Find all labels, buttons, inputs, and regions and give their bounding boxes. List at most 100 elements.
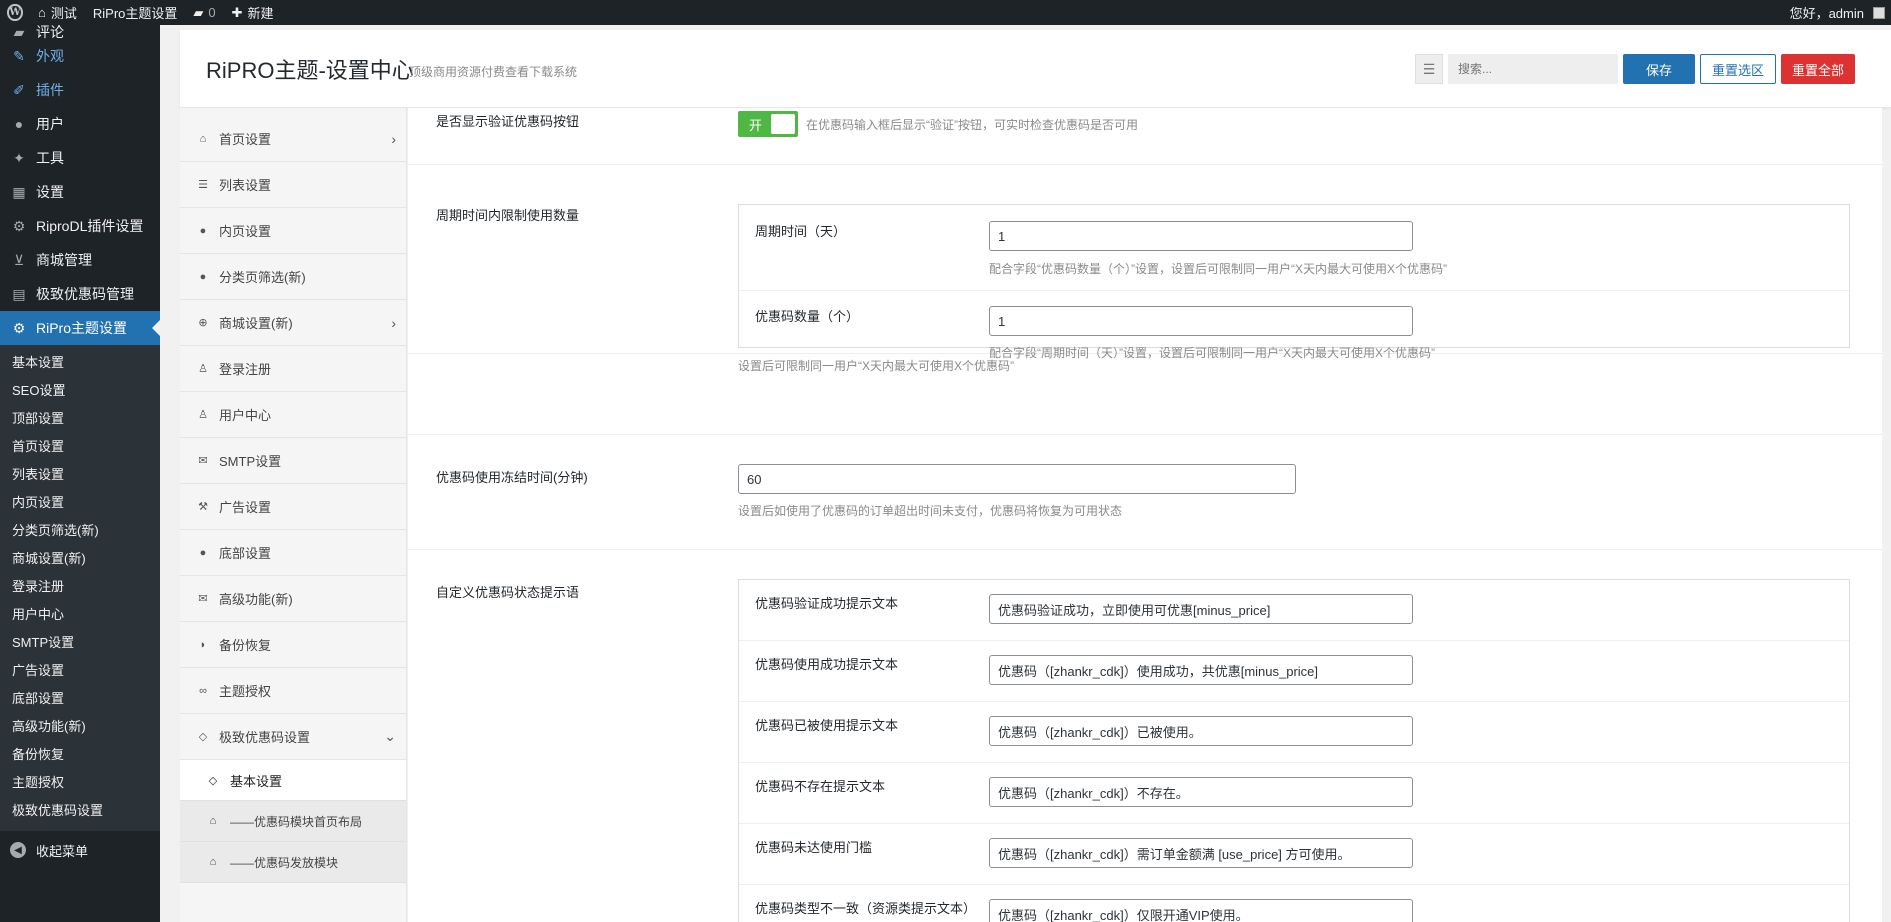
status-message-input[interactable]: 优惠码（[zhankr_cdk]）已被使用。	[989, 716, 1413, 746]
nav-item[interactable]: ● 内页设置	[180, 208, 406, 254]
collapse-menu-button[interactable]: ◀ 收起菜单	[0, 833, 160, 867]
nav-subitem[interactable]: ◇ 基本设置	[180, 760, 406, 801]
expand-all-icon[interactable]: ☰	[1415, 54, 1443, 84]
coupon-count-input[interactable]: 1	[989, 306, 1413, 336]
nav-item[interactable]: ● 分类页筛选(新)	[180, 254, 406, 300]
admin-menu-item[interactable]: ⚙ RiproDL插件设置	[0, 209, 160, 243]
admin-menu-item[interactable]: ▤ 极致优惠码管理	[0, 277, 160, 311]
reset-section-button[interactable]: 重置选区	[1700, 54, 1776, 84]
status-message-input[interactable]: 优惠码（[zhankr_cdk]）使用成功，共优惠[minus_price]	[989, 655, 1413, 685]
period-fieldset: 周期时间（天） 1 配合字段“优惠码数量（个）”设置，设置后可限制同一用户“X天…	[738, 204, 1850, 360]
reset-all-button[interactable]: 重置全部	[1781, 54, 1855, 84]
status-message-row: 优惠码已被使用提示文本 优惠码（[zhankr_cdk]）已被使用。	[739, 702, 1849, 763]
nav-item-label: SMTP设置	[219, 454, 282, 469]
nav-item-label: 高级功能(新)	[219, 592, 293, 607]
wordpress-logo-icon[interactable]: W	[0, 0, 30, 25]
verify-toggle[interactable]: 开	[738, 111, 798, 137]
nav-item[interactable]: ⊕ 商城设置(新) ›	[180, 300, 406, 346]
admin-submenu-item[interactable]: 主题授权	[0, 769, 160, 797]
fs-label: 周期时间（天）	[755, 224, 847, 239]
admin-submenu-item[interactable]: 商城设置(新)	[0, 545, 160, 573]
fs-label: 优惠码数量（个）	[755, 309, 860, 324]
nav-item-label: 主题授权	[219, 684, 272, 699]
admin-submenu-item[interactable]: 顶部设置	[0, 405, 160, 433]
status-message-input[interactable]: 优惠码（[zhankr_cdk]）需订单金额满 [use_price] 方可使用…	[989, 838, 1413, 868]
nav-item[interactable]: ☰ 列表设置	[180, 162, 406, 208]
diamond-icon: ◇	[198, 731, 208, 743]
nav-subitem[interactable]: ⌂ ——优惠码模块首页布局	[180, 801, 406, 842]
nav-item[interactable]: ⚒ 广告设置	[180, 484, 406, 530]
admin-menu-item[interactable]: ✦ 工具	[0, 141, 160, 175]
admin-submenu-item[interactable]: 用户中心	[0, 601, 160, 629]
admin-submenu-item[interactable]: 列表设置	[0, 461, 160, 489]
admin-submenu-item[interactable]: 备份恢复	[0, 741, 160, 769]
admin-submenu-item[interactable]: 分类页筛选(新)	[0, 517, 160, 545]
nav-subitem[interactable]: ⌂ ——优惠码发放模块	[180, 842, 406, 883]
admin-submenu-item[interactable]: SMTP设置	[0, 629, 160, 657]
theme-settings-label: RiPro主题设置	[92, 6, 178, 21]
admin-menu-label: RiPro主题设置	[36, 320, 128, 336]
nav-item[interactable]: ♙ 登录注册	[180, 346, 406, 392]
nav-item[interactable]: ◇ 极致优惠码设置 ⌄	[180, 714, 406, 760]
nav-item[interactable]: ⌂ 首页设置 ›	[180, 116, 406, 162]
field-status-messages: 自定义优惠码状态提示语 优惠码验证成功提示文本 优惠码验证成功，立即使用可优惠[m…	[408, 550, 1882, 922]
admin-menu-item[interactable]: ▰ 评论	[0, 23, 160, 41]
settings-content: 是否显示验证优惠码按钮 开 在优惠码输入框后显示“验证”按钮，可实时检查优惠码是…	[408, 108, 1882, 922]
field-title: 是否显示验证优惠码按钮	[436, 114, 580, 129]
search-input[interactable]	[1448, 54, 1618, 84]
comments-count: 0	[208, 5, 216, 20]
site-name-link[interactable]: ⌂ 测试	[30, 0, 85, 25]
handshake-icon: ∞	[199, 684, 207, 697]
home-icon: ⌂	[199, 132, 207, 145]
nav-item[interactable]: ∞ 主题授权	[180, 668, 406, 714]
admin-menu-item[interactable]: ⊻ 商城管理	[0, 243, 160, 277]
nav-item-label: 商城设置(新)	[219, 316, 293, 331]
nav-item[interactable]: ✉ SMTP设置	[180, 438, 406, 484]
status-message-input[interactable]: 优惠码（[zhankr_cdk]）仅限开通VIP使用。	[989, 899, 1413, 922]
admin-submenu-item[interactable]: 底部设置	[0, 685, 160, 713]
field-desc: 设置后如使用了优惠码的订单超出时间未支付，优惠码将恢复为可用状态	[738, 504, 1123, 518]
admin-submenu-item[interactable]: 高级功能(新)	[0, 713, 160, 741]
nav-item[interactable]: ● 底部设置	[180, 530, 406, 576]
nav-item-label: 广告设置	[219, 500, 272, 515]
plus-icon: ✚	[231, 4, 243, 20]
admin-submenu-item[interactable]: 首页设置	[0, 433, 160, 461]
admin-submenu-item[interactable]: 极致优惠码设置	[0, 797, 160, 825]
new-content-link[interactable]: ✚ 新建	[224, 0, 282, 25]
admin-menu-item[interactable]: ⚙ RiPro主题设置	[0, 311, 160, 345]
admin-submenu-item[interactable]: 内页设置	[0, 489, 160, 517]
save-button[interactable]: 保存	[1623, 54, 1695, 84]
greeting-text: 您好，admin	[1789, 6, 1864, 21]
field-period-limit: 周期时间内限制使用数量 周期时间（天） 1 配合字段“优惠码数量（个）”设置，设…	[408, 165, 1882, 373]
nav-item-label: 登录注册	[219, 362, 272, 377]
home-icon: ⌂	[38, 5, 46, 20]
user-icon: ●	[14, 116, 24, 132]
new-label: 新建	[247, 6, 274, 21]
freeze-time-input[interactable]: 60	[738, 464, 1296, 494]
status-fieldset: 优惠码验证成功提示文本 优惠码验证成功，立即使用可优惠[minus_price] 优…	[738, 579, 1850, 922]
admin-menu-item[interactable]: ● 用户	[0, 107, 160, 141]
status-message-input[interactable]: 优惠码验证成功，立即使用可优惠[minus_price]	[989, 594, 1413, 624]
comments-link[interactable]: ▰ 0	[185, 0, 223, 25]
coupon-count-row: 优惠码数量（个） 1 配合字段“周期时间（天）”设置，设置后可限制同一用户“X天…	[739, 291, 1849, 360]
admin-submenu-item[interactable]: 登录注册	[0, 573, 160, 601]
admin-menu-label: 设置	[36, 184, 64, 200]
nav-subitem-label: 基本设置	[230, 773, 283, 789]
admin-submenu-item[interactable]: SEO设置	[0, 377, 160, 405]
admin-menu-item[interactable]: ▦ 设置	[0, 175, 160, 209]
admin-menu-item[interactable]: ✎ 外观	[0, 39, 160, 73]
status-message-row: 优惠码类型不一致（资源类提示文本） 优惠码（[zhankr_cdk]）仅限开通VI…	[739, 885, 1849, 922]
account-menu[interactable]: 您好，admin	[1782, 0, 1891, 25]
status-message-input[interactable]: 优惠码（[zhankr_cdk]）不存在。	[989, 777, 1413, 807]
comment-icon: ▰	[13, 23, 25, 40]
admin-submenu-item[interactable]: 基本设置	[0, 349, 160, 377]
period-days-input[interactable]: 1	[989, 221, 1413, 251]
theme-settings-link[interactable]: RiPro主题设置	[85, 0, 186, 25]
nav-item[interactable]: ◗ 备份恢复	[180, 622, 406, 668]
nav-item[interactable]: ♙ 用户中心	[180, 392, 406, 438]
admin-menu-item[interactable]: ✐ 插件	[0, 73, 160, 107]
dot-icon: ●	[199, 224, 207, 237]
user-outline-icon: ♙	[198, 409, 208, 421]
admin-submenu-item[interactable]: 广告设置	[0, 657, 160, 685]
nav-item[interactable]: ✉ 高级功能(新)	[180, 576, 406, 622]
